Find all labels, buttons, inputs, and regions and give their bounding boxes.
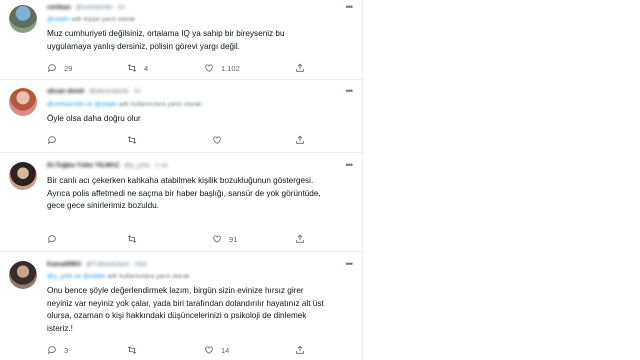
reply-icon — [48, 136, 56, 145]
like-icon — [205, 346, 213, 354]
reply-mention[interactable]: @y_yıldı ve @odaln — [47, 273, 105, 280]
tweet-text-line: Öyle olsa daha doğru olur — [47, 114, 141, 123]
reply-context-text: adlı kullanıcılara yanıt olarak — [107, 273, 190, 280]
reply-count: 3 — [64, 345, 69, 355]
reply-context-text: adlı kişiye yanıt olarak — [71, 16, 136, 23]
like-count: 91 — [229, 234, 238, 244]
reply-button[interactable]: 29 — [47, 63, 72, 73]
like-button[interactable]: 91 — [212, 234, 237, 244]
share-icon — [296, 63, 304, 72]
tweet-text-line: gece gece sinirlerimiz bozuldu. — [47, 201, 159, 211]
tweet-text-line: uygulamaya yanlış dersiniz, polisin göre… — [47, 41, 240, 51]
author-name[interactable]: alican demli — [47, 88, 84, 95]
retweet-icon — [127, 235, 137, 243]
tweet-text-line: Ayrıca polis affetmedi ne saçma bir habe… — [47, 188, 321, 198]
reply-button[interactable]: 3 — [47, 345, 68, 355]
share-button[interactable] — [295, 234, 305, 244]
reply-button[interactable] — [47, 135, 64, 145]
retweet-icon — [127, 346, 137, 354]
reply-context: @y_yıldı ve @odaln adlı kullanıcılara ya… — [47, 273, 190, 280]
tweet-text: Öyle olsa daha doğru olur — [47, 113, 347, 126]
like-icon — [205, 64, 213, 72]
tweet[interactable]: Kamal0903 @TuBackstack · 54d ••• @y_yıld… — [0, 252, 362, 360]
tweet[interactable]: cevbası @cevkanrde · 2s ••• @odaln adlı … — [0, 0, 362, 80]
reply-context: @odaln adlı kişiye yanıt olarak — [47, 16, 135, 23]
like-button[interactable]: 14 — [204, 345, 229, 355]
retweet-button[interactable] — [127, 234, 144, 244]
like-count: 14 — [221, 345, 230, 355]
reply-timeline: cevbası @cevkanrde · 2s ••• @odaln adlı … — [0, 0, 363, 360]
tweet-header: Kamal0903 @TuBackstack · 54d — [47, 261, 146, 268]
reply-icon — [48, 346, 56, 355]
like-icon — [213, 235, 221, 243]
tweet-text: Bir canlı acı çekerken kahkaha atabilmek… — [47, 175, 347, 213]
reply-context: @serkanride ve @odaln adlı kullanıcılara… — [47, 101, 201, 108]
tweet-text: Onu bence şöyle değerlendirmek lazım, bi… — [47, 285, 347, 335]
like-count: 1.102 — [221, 63, 240, 73]
share-icon — [296, 135, 304, 144]
reply-mention[interactable]: @odaln — [47, 16, 70, 23]
reply-context-text: adlı kullanıcılara yanıt olarak — [118, 101, 202, 108]
avatar[interactable] — [9, 5, 37, 33]
tweet-text-line: isteriz.! — [47, 323, 73, 333]
author-handle-time[interactable]: @cevkanrde · 2s — [76, 4, 125, 11]
avatar[interactable] — [9, 162, 37, 190]
like-icon — [213, 136, 221, 144]
more-icon[interactable]: ••• — [346, 160, 354, 170]
like-button[interactable]: 1.102 — [204, 63, 240, 73]
author-handle-time[interactable]: @alicandemli · 2s — [89, 88, 141, 95]
reply-button[interactable] — [47, 234, 64, 244]
tweet-header: Dr.Tuğba Yıldız YILMAZ @y_yıldı · 1 sa — [47, 162, 168, 169]
avatar[interactable] — [9, 261, 37, 289]
author-name[interactable]: Dr.Tuğba Yıldız YILMAZ — [47, 162, 119, 169]
retweet-count: 4 — [144, 63, 149, 73]
tweet-text-line: Muz cumhuriyeti değilsiniz, ortalama IQ … — [47, 29, 285, 38]
author-handle-time[interactable]: @y_yıldı · 1 sa — [124, 162, 167, 169]
avatar[interactable] — [9, 88, 37, 116]
tweet-text-line: Bir canlı acı çekerken kahkaha atabilmek… — [47, 176, 314, 185]
share-button[interactable] — [295, 345, 305, 355]
retweet-icon — [127, 64, 137, 72]
author-name[interactable]: Kamal0903 — [47, 261, 81, 268]
more-icon[interactable]: ••• — [346, 2, 354, 12]
reply-count: 29 — [64, 63, 73, 73]
tweet[interactable]: Dr.Tuğba Yıldız YILMAZ @y_yıldı · 1 sa •… — [0, 153, 362, 252]
more-icon[interactable]: ••• — [346, 86, 354, 96]
tweet-header: alican demli @alicandemli · 2s — [47, 88, 141, 95]
tweet-text-line: olursa, ozaman o kişi hakkındaki düşünce… — [47, 311, 307, 321]
tweet[interactable]: alican demli @alicandemli · 2s ••• @serk… — [0, 80, 362, 153]
reply-icon — [48, 235, 56, 244]
author-handle-time[interactable]: @TuBackstack · 54d — [86, 261, 146, 268]
retweet-button[interactable]: 4 — [127, 63, 148, 73]
tweet-actions: 29 4 1.102 — [47, 63, 347, 75]
share-button[interactable] — [295, 135, 305, 145]
tweet-header: cevbası @cevkanrde · 2s — [47, 4, 125, 11]
retweet-button[interactable] — [127, 135, 144, 145]
like-button[interactable] — [212, 135, 229, 145]
tweet-actions — [47, 135, 347, 147]
author-name[interactable]: cevbası — [47, 4, 71, 11]
retweet-button[interactable] — [127, 345, 144, 355]
tweet-text: Muz cumhuriyeti değilsiniz, ortalama IQ … — [47, 28, 347, 53]
tweet-actions: 91 — [47, 234, 347, 246]
share-icon — [296, 234, 304, 243]
reply-mention[interactable]: @serkanride ve @odaln — [47, 101, 117, 108]
more-icon[interactable]: ••• — [346, 259, 354, 269]
share-button[interactable] — [295, 63, 305, 73]
retweet-icon — [127, 136, 137, 144]
tweet-text-line: Onu bence şöyle değerlendirmek lazım, bi… — [47, 286, 304, 295]
reply-icon — [48, 64, 56, 73]
share-icon — [296, 345, 304, 354]
tweet-actions: 3 14 — [47, 345, 347, 357]
tweet-text-line: neyiniz var neyiniz yok çalar, yada biri… — [47, 298, 324, 308]
